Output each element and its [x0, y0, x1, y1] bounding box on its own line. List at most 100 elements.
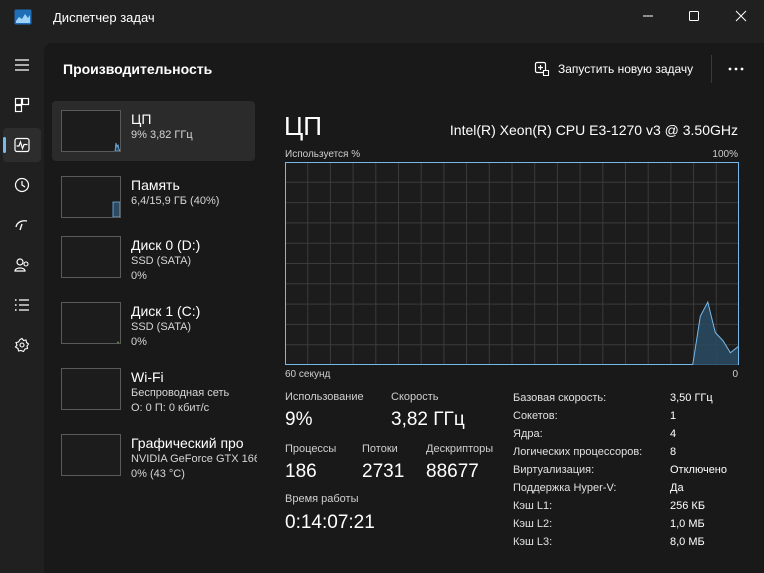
device-disk-1[interactable]: Диск 1 (C:) SSD (SATA) 0%: [52, 293, 255, 353]
speed-label: Скорость: [391, 391, 439, 403]
handles-label: Дескрипторы: [426, 443, 494, 455]
device-detail-2: О: 0 П: 0 кбит/с: [131, 402, 210, 414]
spec-value: 8: [670, 446, 677, 458]
device-name: Диск 0 (D:): [131, 237, 201, 253]
spec-value: 3,50 ГГц: [670, 392, 713, 404]
nav-processes[interactable]: [3, 88, 41, 122]
app-title: Диспетчер задач: [53, 10, 155, 25]
device-detail-2: 0%: [131, 336, 147, 348]
device-cpu[interactable]: ЦП 9% 3,82 ГГц: [52, 101, 255, 161]
run-new-task-button[interactable]: Запустить новую задачу: [534, 57, 693, 81]
cpu-usage-graph: [285, 162, 739, 365]
close-icon: [735, 10, 747, 22]
wifi-thumbnail-graph: [61, 368, 121, 410]
maximize-icon: [689, 11, 699, 21]
device-detail: SSD (SATA): [131, 321, 192, 333]
device-name: Графический про: [131, 435, 244, 451]
graph-max-label: 100%: [712, 149, 738, 160]
details-icon: [14, 299, 29, 311]
title-bar[interactable]: Диспетчер задач: [0, 0, 764, 38]
task-manager-app-icon: [14, 9, 32, 25]
graph-time-label: 60 секунд: [285, 369, 331, 380]
content-area: Производительность Запустить новую задач…: [44, 43, 764, 573]
memory-thumbnail-graph: [61, 176, 121, 218]
uptime-label: Время работы: [285, 493, 359, 505]
page-header: Производительность Запустить новую задач…: [44, 43, 764, 93]
device-name: Wi-Fi: [131, 369, 164, 385]
services-icon: [14, 337, 30, 353]
device-detail: NVIDIA GeForce GTX 1660: [131, 453, 257, 465]
header-divider: [711, 55, 712, 83]
more-icon: [728, 67, 744, 71]
uptime-value: 0:14:07:21: [285, 512, 375, 533]
device-memory[interactable]: Память 6,4/15,9 ГБ (40%): [52, 167, 255, 227]
utilization-label: Использование: [285, 391, 364, 403]
spec-label: Кэш L2:: [513, 518, 553, 530]
spec-label: Сокетов:: [513, 410, 558, 422]
users-icon: [14, 258, 29, 272]
speed-value: 3,82 ГГц: [391, 409, 465, 430]
gpu-thumbnail-graph: [61, 434, 121, 476]
nav-performance[interactable]: [3, 128, 41, 162]
task-manager-window: Диспетчер задач Производительность Запус…: [0, 0, 764, 573]
spec-label: Виртуализация:: [513, 464, 595, 476]
cpu-model: Intel(R) Xeon(R) CPU E3-1270 v3 @ 3.50GH…: [449, 122, 738, 138]
startup-apps-icon: [15, 220, 28, 231]
spec-label: Кэш L1:: [513, 500, 553, 512]
run-new-task-label: Запустить новую задачу: [558, 62, 694, 76]
device-detail: SSD (SATA): [131, 255, 192, 267]
utilization-value: 9%: [285, 409, 313, 430]
spec-value: 8,0 МБ: [670, 536, 705, 548]
performance-icon: [14, 137, 30, 153]
spec-value: 1,0 МБ: [670, 518, 705, 530]
app-history-icon: [14, 177, 30, 193]
minimize-button[interactable]: [625, 0, 671, 32]
more-options-button[interactable]: [724, 57, 748, 81]
run-new-task-icon: [534, 61, 550, 77]
maximize-button[interactable]: [671, 0, 717, 32]
graph-usage-label: Используется %: [285, 149, 361, 160]
nav-menu-button[interactable]: [3, 48, 41, 82]
threads-value: 2731: [362, 461, 405, 482]
device-name: Диск 1 (C:): [131, 303, 201, 319]
device-wifi[interactable]: Wi-Fi Беспроводная сеть О: 0 П: 0 кбит/с: [52, 359, 255, 419]
device-gpu[interactable]: Графический про NVIDIA GeForce GTX 1660 …: [52, 425, 257, 485]
handles-value: 88677: [426, 461, 479, 482]
processes-value: 186: [285, 461, 317, 482]
spec-value: 256 КБ: [670, 500, 706, 512]
minimize-icon: [643, 15, 653, 17]
nav-details[interactable]: [3, 288, 41, 322]
device-detail: 6,4/15,9 ГБ (40%): [131, 195, 220, 207]
device-detail-2: 0% (43 °C): [131, 468, 185, 480]
spec-label: Поддержка Hyper-V:: [513, 482, 617, 494]
spec-value: Да: [670, 482, 684, 494]
device-disk-0[interactable]: Диск 0 (D:) SSD (SATA) 0%: [52, 227, 255, 287]
nav-rail: [0, 38, 44, 573]
cpu-thumbnail-graph: [61, 110, 121, 152]
graph-zero-label: 0: [732, 369, 738, 380]
close-button[interactable]: [718, 0, 764, 32]
spec-value: Отключено: [670, 464, 727, 476]
spec-value: 1: [670, 410, 677, 422]
threads-label: Потоки: [362, 443, 398, 455]
nav-services[interactable]: [3, 328, 41, 362]
nav-users[interactable]: [3, 248, 41, 282]
spec-label: Ядра:: [513, 428, 543, 440]
device-detail-2: 0%: [131, 270, 147, 282]
spec-value: 4: [670, 428, 677, 440]
spec-label: Кэш L3:: [513, 536, 553, 548]
device-name: ЦП: [131, 111, 152, 127]
nav-app-history[interactable]: [3, 168, 41, 202]
processes-icon: [14, 97, 30, 113]
spec-label: Базовая скорость:: [513, 392, 607, 404]
nav-startup-apps[interactable]: [3, 208, 41, 242]
disk0-thumbnail-graph: [61, 236, 121, 278]
disk1-thumbnail-graph: [61, 302, 121, 344]
processes-label: Процессы: [285, 443, 337, 455]
hamburger-icon: [15, 59, 29, 71]
device-name: Память: [131, 177, 180, 193]
cpu-title: ЦП: [284, 111, 322, 141]
spec-label: Логических процессоров:: [513, 446, 643, 458]
device-detail: 9% 3,82 ГГц: [131, 129, 193, 141]
page-title: Производительность: [63, 61, 213, 77]
